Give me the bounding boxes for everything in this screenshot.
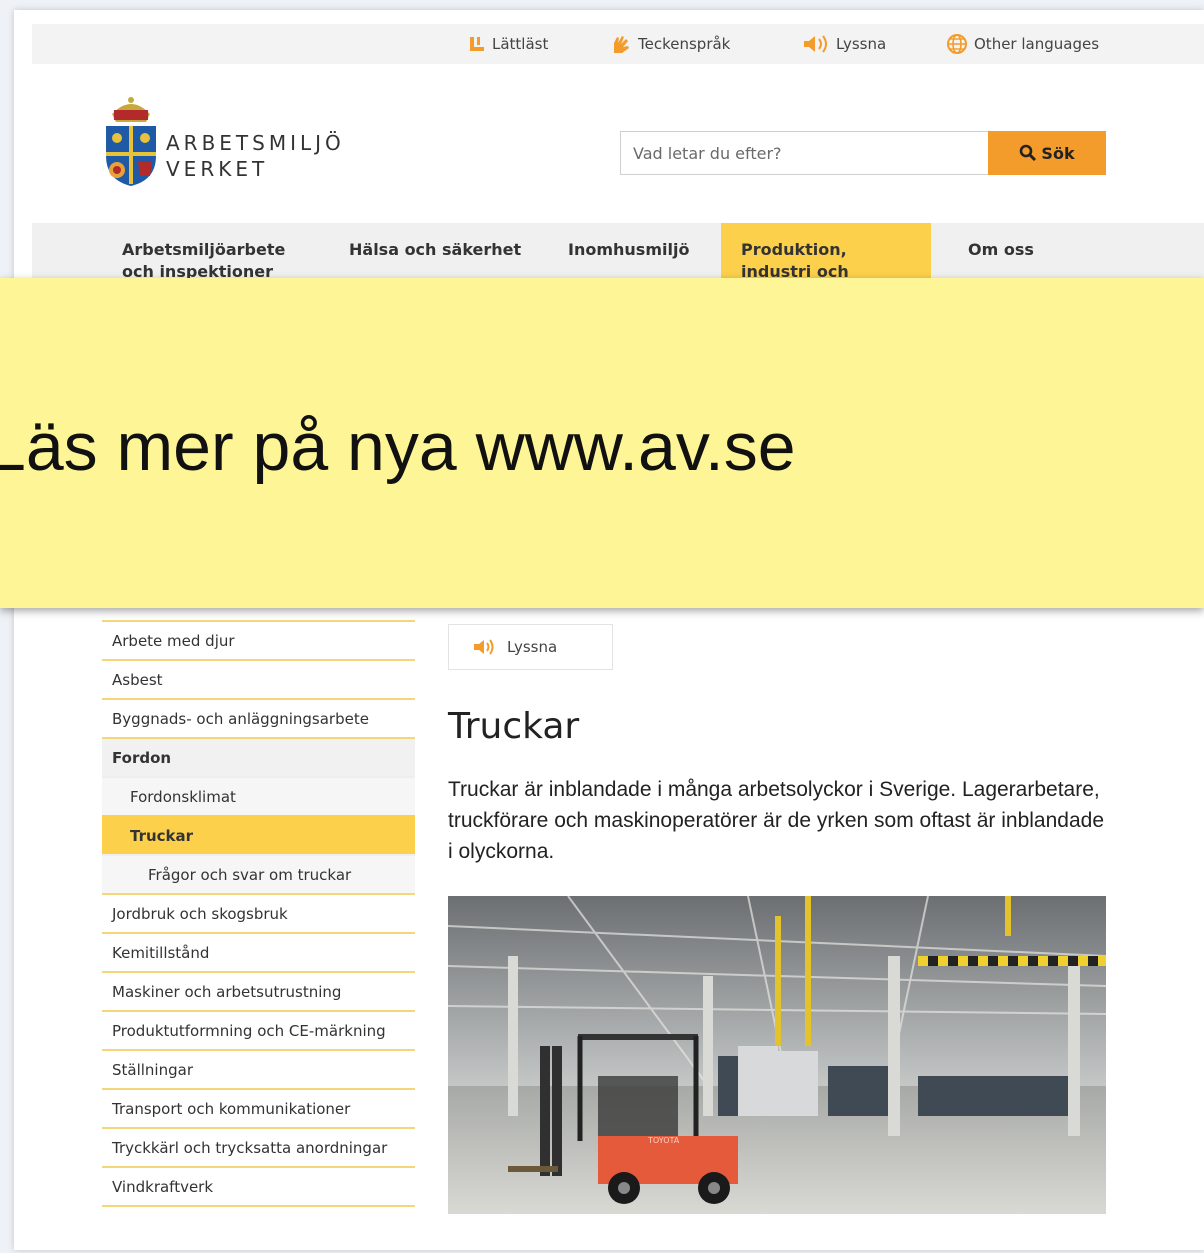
listen-label: Lyssna — [836, 35, 887, 53]
forklift-warehouse-photo: TOYOTA — [448, 896, 1106, 1214]
sidebar-item-stallningar[interactable]: Ställningar — [102, 1049, 415, 1088]
sidebar-item-maskiner[interactable]: Maskiner och arbetsutrustning — [102, 971, 415, 1010]
sidebar-item-fordonsklimat[interactable]: Fordonsklimat — [102, 776, 415, 815]
search-form: Sök — [620, 131, 1106, 175]
sidebar-nav: Arbete med djur Asbest Byggnads- och anl… — [102, 620, 415, 1207]
sidebar-item-fordon[interactable]: Fordon — [102, 737, 415, 776]
nav-item-inomhusmiljo[interactable]: Inomhusmiljö — [568, 223, 689, 279]
sidebar-item-byggnads[interactable]: Byggnads- och anläggningsarbete — [102, 698, 415, 737]
easy-read-label: Lättläst — [492, 35, 549, 53]
sidebar-item-jordbruk[interactable]: Jordbruk och skogsbruk — [102, 893, 415, 932]
sign-language-icon — [610, 33, 632, 55]
page-title: Truckar — [448, 706, 580, 747]
easy-read-icon — [468, 35, 486, 53]
nav-item-arbetsmiljoarbete[interactable]: Arbetsmiljöarbete och inspektioner — [122, 223, 322, 281]
forklift-brand-text: TOYOTA — [647, 1136, 680, 1145]
listen-link[interactable]: Lyssna — [802, 24, 886, 64]
sidebar-item-kemitillstand[interactable]: Kemitillstånd — [102, 932, 415, 971]
intro-paragraph: Truckar är inblandade i många arbetsolyc… — [448, 778, 1104, 863]
speaker-icon — [802, 35, 830, 53]
easy-read-link[interactable]: Lättläst — [468, 24, 548, 64]
sign-language-link[interactable]: Teckenspråk — [610, 24, 730, 64]
banner-text: Läs mer på nya www.av.se — [0, 409, 796, 485]
listen-button-label: Lyssna — [507, 638, 558, 656]
sidebar-item-tryckkarl[interactable]: Tryckkärl och trycksatta anordningar — [102, 1127, 415, 1166]
search-button[interactable]: Sök — [988, 131, 1106, 175]
logo-wordmark: ARBETSMILJÖ VERKET — [166, 130, 345, 182]
search-button-label: Sök — [1041, 143, 1075, 163]
search-icon — [1020, 144, 1037, 162]
main-nav: Arbetsmiljöarbete och inspektioner Hälsa… — [32, 223, 1204, 303]
nav-item-produktion[interactable]: Produktion, industri och logistik — [721, 223, 931, 303]
globe-icon — [946, 33, 968, 55]
sidebar-item-produktutformning[interactable]: Produktutformning och CE-märkning — [102, 1010, 415, 1049]
logo-line-2: VERKET — [166, 157, 269, 181]
utility-bar: Lättläst Teckenspråk Lyssna Other langua… — [32, 24, 1204, 64]
coat-of-arms-icon — [106, 97, 156, 186]
search-input[interactable] — [620, 131, 988, 175]
nav-item-om-oss[interactable]: Om oss — [968, 223, 1034, 279]
other-languages-link[interactable]: Other languages — [946, 24, 1099, 64]
sidebar-item-vindkraftverk[interactable]: Vindkraftverk — [102, 1166, 415, 1205]
sidebar-item-fragor-och-svar[interactable]: Frågor och svar om truckar — [102, 854, 415, 893]
sidebar-item-truckar[interactable]: Truckar — [102, 815, 415, 854]
sidebar-item-transport[interactable]: Transport och kommunikationer — [102, 1088, 415, 1127]
speaker-icon — [474, 639, 494, 655]
sidebar-item-arbete-med-djur[interactable]: Arbete med djur — [102, 620, 415, 659]
sign-language-label: Teckenspråk — [638, 35, 731, 53]
nav-item-halsa[interactable]: Hälsa och säkerhet — [349, 223, 521, 279]
other-languages-label: Other languages — [974, 35, 1100, 53]
arbetsmiljoverket-logo[interactable]: ARBETSMILJÖ VERKET — [100, 92, 370, 192]
logo-line-1: ARBETSMILJÖ — [166, 131, 345, 155]
sidebar-item-asbest[interactable]: Asbest — [102, 659, 415, 698]
announcement-banner: Läs mer på nya www.av.se — [0, 278, 1204, 608]
listen-button[interactable]: Lyssna — [448, 624, 613, 670]
